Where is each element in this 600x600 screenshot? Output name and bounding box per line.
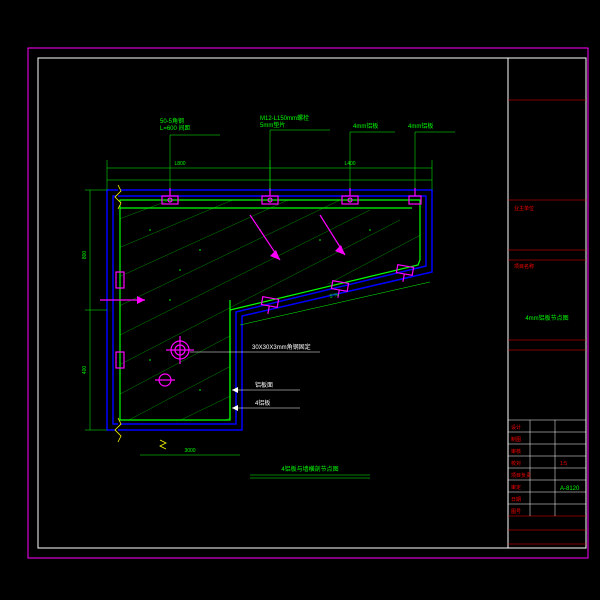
frame-outer [28, 48, 588, 558]
dim-left1-text: 800 [82, 251, 88, 260]
label-4: 4mm铝板 [408, 122, 433, 130]
tb-project: 项目名称 [514, 263, 534, 270]
dims-top: L800 L400 [107, 160, 432, 190]
dims-left: 800 400 [82, 190, 107, 430]
tb-row-0: 设计 [511, 424, 521, 431]
tb-dwg-title: 4mm铝板节点图 [525, 314, 568, 322]
dim-top1-text: L800 [174, 161, 185, 167]
tb-sheet: A-8120 [560, 486, 580, 492]
dims-bottom: 3000 [140, 448, 240, 455]
tb-row-2: 审核 [511, 448, 521, 455]
section-arrows [100, 215, 345, 304]
detail-bolt [166, 336, 194, 364]
dim-left2-text: 400 [82, 366, 88, 375]
drawing: L800 L400 800 400 5°% 3000 50-5角钢L=600 间… [82, 114, 455, 478]
tb-row-3: 校对 [511, 460, 521, 467]
label-2: M12-L150mm螺栓5mm垫片 [260, 114, 309, 129]
anchors-slope [260, 265, 414, 316]
dim-bottom-text: 3000 [184, 448, 195, 454]
label-3: 4mm铝板 [353, 122, 378, 130]
tb-row-6: 日期 [511, 497, 521, 503]
labels: 50-5角钢L=600 间距 M12-L150mm螺栓5mm垫片 4mm铝板 4… [160, 114, 455, 411]
title-block: 业主单位 项目名称 4mm铝板节点图 设计 制图 审核 校对 项目负责 审定 日… [508, 58, 586, 548]
tb-row-5: 审定 [511, 484, 521, 491]
tb-row-7: 图号 [511, 509, 521, 515]
tb-owner: 业主单位 [514, 205, 534, 212]
tb-row-4: 项目负责 [511, 472, 531, 479]
break-top [115, 185, 121, 209]
label-1: 50-5角钢L=600 间距 [160, 117, 191, 132]
tb-row-1: 制图 [511, 436, 521, 443]
drawing-title: 4铝板与墙横剖节点图 [250, 465, 370, 478]
drawing-title-text: 4铝板与墙横剖节点图 [281, 465, 338, 473]
label-6: 铝板面 [255, 381, 273, 389]
label-7: 4铝板 [255, 399, 270, 407]
dim-slope-text: 5°% [329, 292, 340, 300]
break-left-v [160, 440, 166, 449]
tb-scale: 1:5 [560, 461, 567, 467]
cad-canvas: L800 L400 800 400 5°% 3000 50-5角钢L=600 间… [0, 0, 600, 600]
alu-panel-outer [107, 190, 432, 430]
label-5: 30X30X3mm角钢固定 [252, 343, 311, 351]
